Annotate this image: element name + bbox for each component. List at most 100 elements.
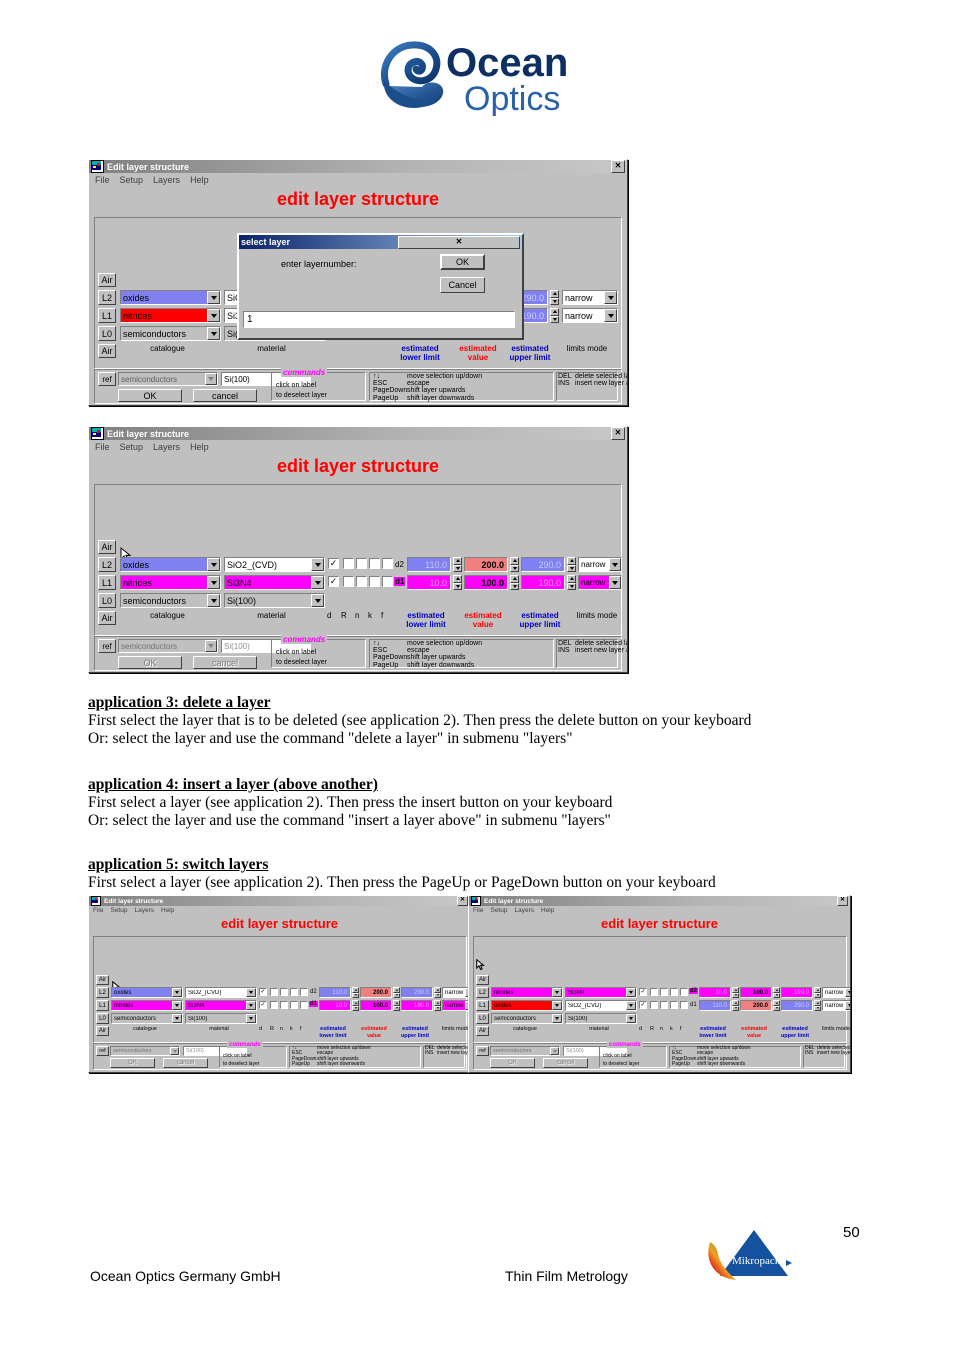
- cancel-button[interactable]: cancel: [163, 1058, 208, 1068]
- value-spinner[interactable]: [393, 987, 400, 998]
- value-field[interactable]: 200.0: [740, 1000, 772, 1011]
- cancel-button[interactable]: cancel: [193, 389, 257, 402]
- ref-catalogue-combo[interactable]: semiconductors: [118, 372, 218, 386]
- chevron-down-icon[interactable]: [626, 1014, 636, 1023]
- catalogue-combo[interactable]: oxides: [120, 557, 221, 572]
- flag-checkbox-d[interactable]: ✓: [639, 1001, 647, 1009]
- material-combo[interactable]: SiO2_(CVD): [565, 1000, 637, 1011]
- chevron-down-icon[interactable]: [604, 309, 617, 322]
- flag-checkbox-n[interactable]: [660, 988, 668, 996]
- value-field[interactable]: 200.0: [464, 557, 508, 572]
- limits-mode-combo[interactable]: narrow: [578, 557, 622, 572]
- flag-checkbox-R[interactable]: [343, 558, 354, 569]
- chevron-down-icon[interactable]: [172, 988, 182, 997]
- chevron-down-icon[interactable]: [207, 576, 220, 589]
- layer-row[interactable]: L0 semiconductors Si(100): [96, 1013, 464, 1024]
- titlebar[interactable]: Edit layer structure ✕: [469, 896, 850, 906]
- limits-mode-combo[interactable]: narrow: [822, 1000, 850, 1011]
- chevron-down-icon[interactable]: [170, 1047, 179, 1055]
- lower-limit-spinner[interactable]: [352, 1000, 359, 1011]
- lower-limit-spinner[interactable]: [352, 987, 359, 998]
- menu-file[interactable]: File: [95, 175, 110, 185]
- material-combo[interactable]: Si(100): [185, 1013, 257, 1024]
- layer-row[interactable]: L1 nitrides Si3N4 ✓ d1 10.0 100.0 190.0 …: [96, 1000, 470, 1011]
- layer-row[interactable]: L1 nitrides Si3N4 ✓ d1 10.0 100.0 190.0 …: [98, 575, 622, 590]
- flag-checkbox-n[interactable]: [356, 558, 367, 569]
- chevron-down-icon[interactable]: [172, 1014, 182, 1023]
- material-combo[interactable]: Si3N4: [565, 987, 637, 998]
- layer-row[interactable]: L2 oxides SiO2_(CVD) ✓ d2 110.0 200.0 29…: [96, 987, 470, 998]
- flag-checkbox-f[interactable]: [300, 988, 308, 996]
- chevron-down-icon[interactable]: [311, 558, 324, 571]
- chevron-down-icon[interactable]: [609, 558, 621, 571]
- modal-cancel-button[interactable]: Cancel: [440, 277, 485, 293]
- material-combo[interactable]: Si(100): [565, 1013, 637, 1024]
- flag-checkbox-k[interactable]: [290, 1001, 298, 1009]
- close-icon[interactable]: ✕: [611, 427, 625, 440]
- chevron-down-icon[interactable]: [626, 988, 636, 997]
- value-field[interactable]: 100.0: [464, 575, 508, 590]
- catalogue-combo[interactable]: semiconductors: [120, 326, 221, 341]
- flag-checkbox-f[interactable]: [382, 576, 393, 587]
- ok-button[interactable]: OK: [110, 1058, 155, 1068]
- ref-catalogue-combo[interactable]: semiconductors: [118, 639, 218, 653]
- menu-help[interactable]: Help: [190, 175, 209, 185]
- upper-limit-spinner[interactable]: [550, 308, 559, 323]
- ok-button[interactable]: OK: [118, 656, 182, 669]
- catalogue-combo[interactable]: nitrides: [111, 1000, 183, 1011]
- flag-checkbox-n[interactable]: [356, 576, 367, 587]
- ref-catalogue-combo[interactable]: semiconductors: [110, 1046, 180, 1056]
- catalogue-combo[interactable]: semiconductors: [120, 593, 221, 608]
- material-combo[interactable]: Si(100): [224, 593, 325, 608]
- flag-checkbox-d[interactable]: ✓: [639, 988, 647, 996]
- catalogue-combo[interactable]: oxides: [120, 290, 221, 305]
- upper-limit-field[interactable]: 290.0: [781, 1000, 813, 1011]
- menubar[interactable]: File Setup Layers Help: [89, 906, 470, 915]
- lower-limit-field[interactable]: 10.0: [699, 987, 731, 998]
- chevron-down-icon[interactable]: [246, 1001, 256, 1010]
- titlebar[interactable]: Edit layer structure ✕: [89, 427, 627, 440]
- chevron-down-icon[interactable]: [550, 1047, 559, 1055]
- material-combo[interactable]: Si3N4: [185, 1000, 257, 1011]
- menu-file[interactable]: File: [95, 442, 110, 452]
- limits-mode-combo[interactable]: narrow: [822, 987, 850, 998]
- chevron-down-icon[interactable]: [207, 327, 220, 340]
- chevron-down-icon[interactable]: [311, 576, 324, 589]
- chevron-down-icon[interactable]: [845, 988, 850, 997]
- chevron-down-icon[interactable]: [626, 1001, 636, 1010]
- value-spinner[interactable]: [510, 557, 519, 572]
- upper-limit-spinner[interactable]: [434, 1000, 441, 1011]
- flag-checkbox-k[interactable]: [290, 988, 298, 996]
- cancel-button[interactable]: cancel: [543, 1058, 588, 1068]
- flag-checkbox-f[interactable]: [382, 558, 393, 569]
- menu-setup[interactable]: Setup: [120, 175, 144, 185]
- flag-checkbox-k[interactable]: [670, 988, 678, 996]
- value-spinner[interactable]: [773, 987, 780, 998]
- chevron-down-icon[interactable]: [845, 1001, 850, 1010]
- select-layer-dialog[interactable]: select layer ✕ enter layernumber: OK Can…: [237, 233, 524, 340]
- close-icon[interactable]: ✕: [611, 160, 625, 173]
- value-field[interactable]: 200.0: [360, 987, 392, 998]
- chevron-down-icon[interactable]: [205, 640, 217, 652]
- material-combo[interactable]: SiO2_(CVD): [185, 987, 257, 998]
- menubar[interactable]: File Setup Layers Help: [89, 440, 627, 454]
- lower-limit-spinner[interactable]: [732, 1000, 739, 1011]
- menubar[interactable]: File Setup Layers Help: [89, 173, 627, 187]
- menu-layers[interactable]: Layers: [134, 907, 154, 914]
- menu-help[interactable]: Help: [541, 907, 554, 914]
- modal-ok-button[interactable]: OK: [440, 254, 485, 270]
- layer-row[interactable]: L0 semiconductors Si(100): [98, 593, 618, 608]
- menu-help[interactable]: Help: [190, 442, 209, 452]
- edit-layer-structure-window-4[interactable]: Edit layer structure ✕ File Setup Layers…: [468, 895, 851, 1073]
- limits-mode-combo[interactable]: narrow: [578, 575, 622, 590]
- close-icon[interactable]: ✕: [457, 896, 468, 906]
- value-spinner[interactable]: [393, 1000, 400, 1011]
- ok-button[interactable]: OK: [118, 389, 182, 402]
- edit-layer-structure-window-1[interactable]: Edit layer structure ✕ File Setup Layers…: [88, 159, 628, 406]
- lower-limit-field[interactable]: 110.0: [699, 1000, 731, 1011]
- upper-limit-field[interactable]: 290.0: [521, 557, 565, 572]
- lower-limit-spinner[interactable]: [453, 557, 462, 572]
- chevron-down-icon[interactable]: [205, 373, 217, 385]
- flag-checkbox-n[interactable]: [280, 988, 288, 996]
- menu-layers[interactable]: Layers: [153, 442, 180, 452]
